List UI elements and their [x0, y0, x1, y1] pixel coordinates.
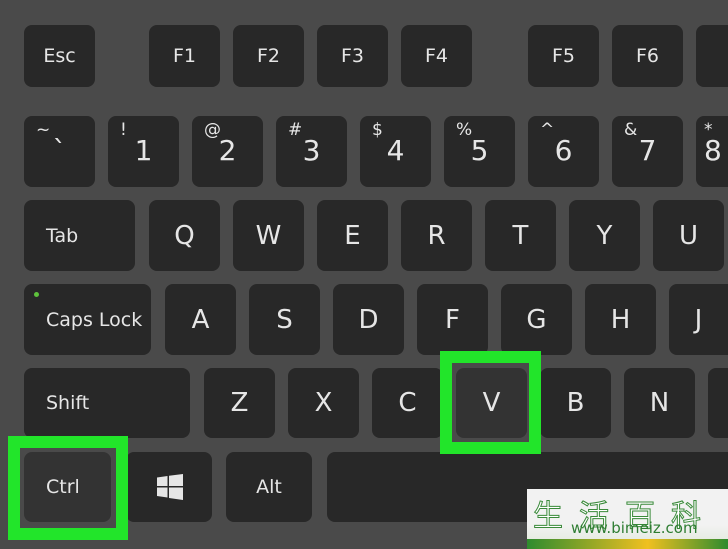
key-r[interactable]: R: [401, 200, 472, 271]
key-f2[interactable]: F2: [233, 25, 304, 87]
key-legend: C: [398, 388, 417, 418]
key-z[interactable]: Z: [204, 368, 275, 438]
key-a[interactable]: A: [165, 284, 236, 355]
key-6[interactable]: ^ 6: [528, 116, 599, 187]
highlight-ctrl: [8, 436, 128, 540]
key-legend: D: [358, 304, 379, 335]
key-legend: Y: [596, 220, 613, 251]
key-3[interactable]: #3: [276, 116, 347, 187]
key-legend: Esc: [43, 45, 76, 67]
key-legend: 2: [218, 134, 237, 167]
key-f7[interactable]: [696, 25, 728, 87]
led-dot-icon: [34, 292, 39, 297]
key-windows[interactable]: [126, 452, 212, 522]
key-4[interactable]: $4: [360, 116, 431, 187]
key-legend: N: [649, 388, 670, 418]
key-tab[interactable]: Tab: [24, 200, 135, 271]
key-e[interactable]: E: [317, 200, 388, 271]
key-x[interactable]: X: [288, 368, 359, 438]
key-t[interactable]: T: [485, 200, 556, 271]
key-alt[interactable]: Alt: [226, 452, 312, 522]
key-s[interactable]: S: [249, 284, 320, 355]
key-m[interactable]: [708, 368, 728, 438]
key-legend: F3: [340, 45, 365, 67]
key-legend: 6: [554, 134, 573, 167]
key-w[interactable]: W: [233, 200, 304, 271]
key-legend: F6: [635, 45, 660, 67]
key-legend: E: [344, 220, 361, 251]
key-backtick[interactable]: ~ `: [24, 116, 95, 187]
key-legend: U: [678, 220, 699, 251]
key-u[interactable]: U: [653, 200, 724, 271]
key-legend: `: [52, 134, 67, 167]
highlight-v: [440, 351, 541, 454]
key-legend: 1: [134, 134, 153, 167]
key-legend: A: [191, 304, 210, 335]
key-h[interactable]: H: [585, 284, 656, 355]
key-legend: G: [526, 304, 547, 335]
key-f4[interactable]: F4: [401, 25, 472, 87]
key-legend: F4: [424, 45, 449, 67]
key-legend: R: [427, 220, 446, 251]
key-legend: X: [314, 388, 333, 418]
key-legend: F2: [256, 45, 281, 67]
key-caps-lock[interactable]: Caps Lock: [24, 284, 151, 355]
key-q[interactable]: Q: [149, 200, 220, 271]
key-legend: Tab: [46, 224, 79, 247]
key-j[interactable]: J: [669, 284, 728, 355]
key-legend: Q: [174, 220, 195, 251]
key-legend: H: [610, 304, 631, 335]
key-legend: J: [694, 304, 703, 335]
key-legend: W: [255, 220, 282, 251]
key-f1[interactable]: F1: [149, 25, 220, 87]
key-legend: Z: [230, 388, 249, 418]
key-d[interactable]: D: [333, 284, 404, 355]
key-legend: F1: [172, 45, 197, 67]
key-legend: 8: [704, 134, 722, 167]
key-f[interactable]: F: [417, 284, 488, 355]
watermark-stripe: [527, 539, 728, 549]
key-legend: Alt: [256, 476, 282, 498]
windows-logo-icon: [157, 474, 183, 500]
key-legend: F5: [551, 45, 576, 67]
key-legend: 4: [386, 134, 405, 167]
key-legend: 5: [470, 134, 489, 167]
key-shift[interactable]: Shift: [24, 368, 190, 438]
key-c[interactable]: C: [372, 368, 443, 438]
key-f5[interactable]: F5: [528, 25, 599, 87]
watermark-url: www.bimeiz.com: [571, 519, 698, 537]
watermark: 生活百科 www.bimeiz.com: [527, 489, 728, 549]
key-legend: S: [276, 304, 293, 335]
key-f6[interactable]: F6: [612, 25, 683, 87]
key-legend: Shift: [46, 392, 90, 414]
key-7[interactable]: & 7: [612, 116, 683, 187]
key-legend: 7: [638, 134, 657, 167]
key-legend: Caps Lock: [46, 308, 143, 331]
key-f3[interactable]: F3: [317, 25, 388, 87]
key-1[interactable]: ! 1: [108, 116, 179, 187]
key-b[interactable]: B: [540, 368, 611, 438]
key-8[interactable]: * 8: [696, 116, 728, 187]
key-2[interactable]: @2: [192, 116, 263, 187]
key-legend: 3: [302, 134, 321, 167]
key-n[interactable]: N: [624, 368, 695, 438]
key-legend: B: [566, 388, 585, 418]
key-legend: F: [445, 304, 460, 335]
key-5[interactable]: % 5: [444, 116, 515, 187]
key-y[interactable]: Y: [569, 200, 640, 271]
key-esc[interactable]: Esc: [24, 25, 95, 87]
key-g[interactable]: G: [501, 284, 572, 355]
key-legend: T: [512, 220, 529, 251]
